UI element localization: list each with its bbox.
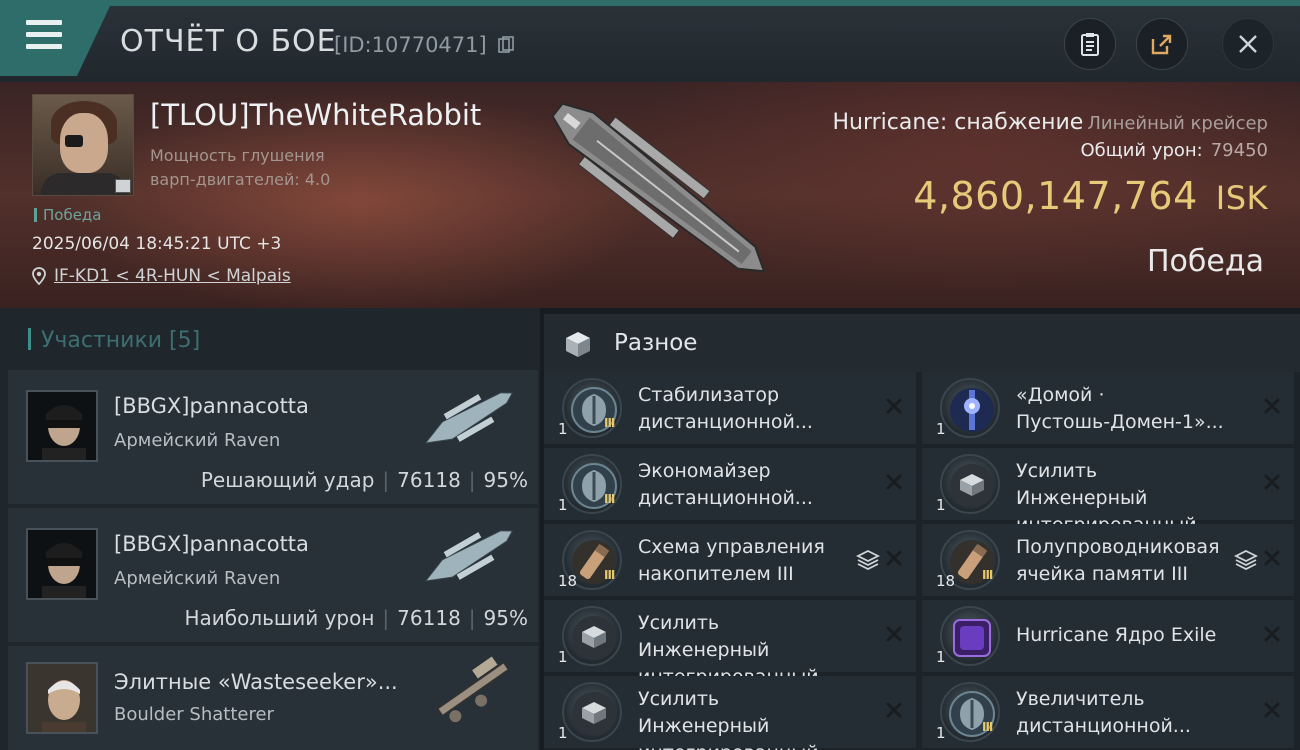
item-row[interactable]: 1Усилить Инженерныйинтегрированный...	[922, 448, 1294, 536]
destroyed-x-icon	[885, 397, 903, 415]
item-quantity: 1	[558, 648, 568, 666]
tier-badge: III	[604, 568, 615, 582]
items-heading: Разное	[614, 330, 698, 356]
top-bar: ОТЧЁТ О БОЕ [ID:10770471]	[0, 0, 1300, 82]
participant-row[interactable]: Элитные «Wasteseeker»... Boulder Shatter…	[8, 646, 538, 750]
participant-row[interactable]: [BBGX]pannacotta Армейский Raven Наиболь…	[8, 508, 538, 642]
item-quantity: 1	[558, 724, 568, 742]
item-name: Стабилизатор дистанционной...	[638, 384, 813, 433]
item-name: Полупроводниковая ячейка памяти III	[1016, 536, 1220, 585]
item-name: Увеличитель дистанционной...	[1016, 688, 1191, 737]
participant-avatar	[26, 390, 98, 462]
destroyed-x-icon	[1263, 701, 1281, 719]
item-quantity: 1	[936, 648, 946, 666]
victim-attribute: Мощность глушения варп-двигателей: 4.0	[150, 146, 331, 189]
tier-badge: III	[982, 568, 993, 582]
item-quantity: 1	[558, 420, 568, 438]
battle-result: Победа	[1147, 244, 1264, 279]
item-name: Hurricane Ядро Exile	[1016, 624, 1217, 646]
kill-datetime: 2025/06/04 18:45:21 UTC +3	[32, 234, 282, 254]
item-row[interactable]: 1 Hurricane Ядро Exile	[922, 600, 1294, 672]
participant-ship-image	[424, 530, 514, 582]
destroyed-x-icon	[885, 625, 903, 643]
participants-heading: Участники [5]	[28, 328, 200, 353]
destroyed-x-icon	[1263, 473, 1281, 491]
item-row[interactable]: III 18 Схема управления накопителем III	[544, 524, 916, 596]
items-header: Разное	[544, 314, 1300, 372]
participant-ship: Boulder Shatterer	[114, 704, 274, 725]
hamburger-menu-icon[interactable]	[26, 20, 62, 50]
participant-ship: Армейский Raven	[114, 568, 281, 589]
item-row[interactable]: III 18 Полупроводниковая ячейка памяти III	[922, 524, 1294, 596]
participant-name[interactable]: Элитные «Wasteseeker»...	[114, 670, 398, 694]
victim-banner: [TLOU]TheWhiteRabbit Мощность глушения в…	[0, 82, 1300, 308]
participant-ship-image	[424, 392, 514, 444]
tier-badge: III	[604, 416, 615, 430]
beacon-icon	[940, 378, 1000, 438]
participant-avatar	[26, 662, 98, 734]
item-name: «Домой · Пустошь-Домен-1»...	[1016, 384, 1224, 433]
status-badge: Победа	[34, 206, 102, 224]
clipboard-button[interactable]	[1064, 18, 1116, 70]
item-quantity: 18	[936, 572, 956, 590]
clipboard-icon	[1081, 33, 1099, 56]
participants-panel: Участники [5] [BBGX]pannacotta Армейский…	[0, 308, 540, 750]
participant-avatar	[26, 528, 98, 600]
stack-icon[interactable]	[1234, 548, 1258, 572]
destroyed-x-icon	[1263, 625, 1281, 643]
chip-upgrade-icon	[562, 606, 622, 666]
tier-badge: III	[604, 492, 615, 506]
item-quantity: 18	[558, 572, 578, 590]
close-button[interactable]	[1222, 18, 1274, 70]
item-row[interactable]: 1Усилить Инженерныйинтегрированный...	[544, 600, 916, 688]
item-name: Схема управления накопителем III	[638, 536, 825, 585]
victim-ship-image[interactable]	[520, 90, 800, 290]
chip-upgrade-icon	[940, 454, 1000, 514]
victim-portrait[interactable]	[32, 94, 134, 196]
item-row[interactable]: III 1 Экономайзер дистанционной...	[544, 448, 916, 520]
participant-stats: Наибольший урон | 76118 | 95%	[184, 606, 528, 630]
total-damage: Общий урон: 79450	[1080, 140, 1268, 161]
participant-ship: Армейский Raven	[114, 430, 281, 451]
report-id: [ID:10770471]	[334, 33, 487, 57]
share-button[interactable]	[1136, 18, 1188, 70]
close-icon	[1239, 35, 1257, 53]
location-pin-icon	[32, 267, 46, 285]
item-quantity: 1	[936, 496, 946, 514]
stack-icon[interactable]	[856, 548, 880, 572]
destroyed-x-icon	[1263, 549, 1281, 567]
item-row[interactable]: III 1 Стабилизатор дистанционной...	[544, 372, 916, 444]
item-row[interactable]: 1 «Домой · Пустошь-Домен-1»...	[922, 372, 1294, 444]
item-row[interactable]: 1 Усилить Инженерныйинтегрированный...	[544, 676, 916, 750]
item-quantity: 1	[558, 496, 568, 514]
purple-core-icon	[940, 606, 1000, 666]
item-quantity: 1	[936, 420, 946, 438]
participant-name[interactable]: [BBGX]pannacotta	[114, 394, 309, 418]
destroyed-x-icon	[885, 701, 903, 719]
victim-pilot-name[interactable]: [TLOU]TheWhiteRabbit	[150, 98, 481, 132]
copy-icon[interactable]	[498, 36, 514, 54]
chip-upgrade-icon	[562, 682, 622, 742]
participant-ship-image	[437, 656, 509, 723]
page-title: ОТЧЁТ О БОЕ	[120, 24, 337, 59]
participant-row[interactable]: [BBGX]pannacotta Армейский Raven Решающи…	[8, 370, 538, 504]
participant-name[interactable]: [BBGX]pannacotta	[114, 532, 309, 556]
location-link[interactable]: IF-KD1 < 4R-HUN < Malpais	[54, 266, 291, 286]
item-name: Экономайзер дистанционной...	[638, 460, 813, 509]
corp-badge-icon	[115, 179, 131, 193]
item-quantity: 1	[936, 724, 946, 742]
share-icon	[1151, 34, 1172, 55]
cube-icon	[566, 332, 590, 357]
item-row[interactable]: III 1 Увеличитель дистанционной...	[922, 676, 1294, 748]
kill-location[interactable]: IF-KD1 < 4R-HUN < Malpais	[32, 266, 291, 286]
destroyed-x-icon	[885, 549, 903, 567]
item-name: Усилить Инженерныйинтегрированный...	[638, 688, 837, 750]
isk-value: 4,860,147,764 ISK	[913, 174, 1268, 218]
victim-ship-type[interactable]: Hurricane: снабжение Линейный крейсер	[832, 110, 1268, 135]
destroyed-x-icon	[885, 473, 903, 491]
tier-badge: III	[982, 720, 993, 734]
participant-stats: Решающий удар | 76118 | 95%	[200, 468, 528, 492]
destroyed-x-icon	[1263, 397, 1281, 415]
